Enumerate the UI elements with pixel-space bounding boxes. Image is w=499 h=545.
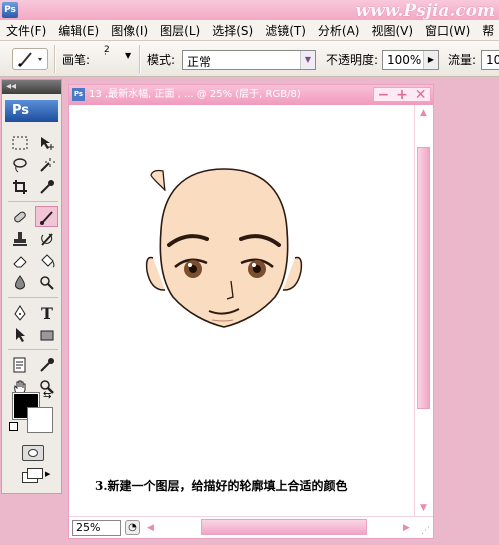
canvas[interactable]: 3.新建一个图层，给描好的轮廓填上合适的颜色 <box>69 105 415 516</box>
eraser-icon[interactable] <box>8 250 31 271</box>
character-face-illustration <box>145 168 303 328</box>
move-icon[interactable] <box>35 132 58 153</box>
menu-file[interactable]: 文件(F) <box>0 22 52 39</box>
scroll-left-icon[interactable]: ◀ <box>147 523 154 533</box>
menu-edit[interactable]: 编辑(E) <box>52 22 105 39</box>
stamp-icon[interactable] <box>8 228 31 249</box>
eyedropper2-icon[interactable] <box>35 354 58 375</box>
document-window: Ps 13 ,最新水幅, 正面 , ... @ 25% (层于, RGB/8) … <box>68 84 434 539</box>
blur-icon[interactable] <box>8 272 31 293</box>
brush-label: 画笔: <box>62 53 91 67</box>
resize-grip-icon[interactable]: ⋰ <box>421 526 430 536</box>
title-bar: Ps www.Psjia.com <box>0 0 499 21</box>
flow-field[interactable]: 100 <box>481 50 499 70</box>
magic-wand-icon[interactable] <box>35 154 58 175</box>
marquee-icon[interactable] <box>8 132 31 153</box>
toolbox-ps-logo[interactable]: Ps <box>5 100 58 122</box>
swap-colors-icon[interactable]: ⇆ <box>43 390 51 401</box>
document-ps-icon: Ps <box>72 88 85 101</box>
document-title-bar[interactable]: Ps 13 ,最新水幅, 正面 , ... @ 25% (层于, RGB/8) … <box>69 85 433 105</box>
bucket-icon[interactable] <box>35 250 58 271</box>
history-brush-icon[interactable] <box>35 228 58 249</box>
minimize-icon[interactable]: − <box>377 85 389 105</box>
options-divider <box>139 45 141 73</box>
chevron-down-icon: ▼ <box>300 51 315 69</box>
background-color-swatch[interactable] <box>27 407 53 433</box>
notes-icon[interactable] <box>8 354 31 375</box>
brush-dot-icon: · <box>104 50 107 60</box>
photoshop-app-icon: Ps <box>2 2 18 18</box>
watermark: www.Psjia.com <box>355 1 495 21</box>
mode-select[interactable]: 正常 ▼ <box>182 50 316 70</box>
slider-arrow-icon[interactable]: ▶ <box>423 51 438 69</box>
path-select-icon[interactable] <box>8 324 31 345</box>
opacity-field[interactable]: 100% ▶ <box>382 50 439 70</box>
mode-value: 正常 <box>187 55 212 69</box>
dodge-icon[interactable] <box>35 272 58 293</box>
menu-filter[interactable]: 滤镜(T) <box>259 22 312 39</box>
watermark-site: www.Psjia.com <box>355 1 495 21</box>
screenmode-icon[interactable]: ▶ <box>22 468 50 484</box>
healing-icon[interactable] <box>8 206 31 227</box>
menu-bar: 文件(F) 编辑(E) 图像(I) 图层(L) 选择(S) 滤镜(T) 分析(A… <box>0 20 499 41</box>
tutorial-caption: 3.新建一个图层，给描好的轮廓填上合适的颜色 <box>95 479 348 493</box>
tool-preset-picker[interactable] <box>12 48 48 70</box>
menu-select[interactable]: 选择(S) <box>206 22 259 39</box>
crop-icon[interactable] <box>8 176 31 197</box>
eyedropper-icon[interactable] <box>35 176 58 197</box>
default-colors-icon[interactable] <box>9 422 18 431</box>
menu-layer[interactable]: 图层(L) <box>154 22 206 39</box>
brush-tool-icon[interactable] <box>35 206 58 227</box>
navigator-icon[interactable]: ◔ <box>125 520 140 535</box>
status-bar: 25% ◔ ◀ ▶ ⋰ <box>69 516 433 538</box>
horizontal-scroll-thumb[interactable] <box>201 519 367 535</box>
scroll-up-icon[interactable]: ▲ <box>420 108 427 118</box>
options-divider <box>54 45 56 73</box>
flow-label: 流量: <box>448 53 477 67</box>
scroll-right-icon[interactable]: ▶ <box>403 523 410 533</box>
pen-icon[interactable] <box>8 302 31 323</box>
flow-value: 100 <box>486 53 499 67</box>
menu-help[interactable]: 帮 <box>476 22 499 39</box>
options-bar: 画笔: 2 · ▼ 模式: 正常 ▼ 不透明度: 100% ▶ 流量: 100 <box>0 41 499 77</box>
opacity-value: 100% <box>387 53 422 67</box>
svg-text:T: T <box>41 305 53 321</box>
brush-dropdown-icon[interactable]: ▼ <box>125 51 131 60</box>
toolbox-header[interactable]: ◂◂ <box>2 80 61 94</box>
shape-icon[interactable] <box>35 324 58 345</box>
zoom-field[interactable]: 25% <box>72 520 121 536</box>
scroll-down-icon[interactable]: ▼ <box>420 503 427 513</box>
vertical-scrollbar[interactable]: ▲ ▼ <box>414 105 433 516</box>
menu-window[interactable]: 窗口(W) <box>419 22 476 39</box>
lasso-icon[interactable] <box>8 154 31 175</box>
menu-analysis[interactable]: 分析(A) <box>312 22 366 39</box>
brush-icon <box>17 52 42 68</box>
close-icon[interactable]: ✕ <box>415 85 427 105</box>
document-title: 13 ,最新水幅, 正面 , ... @ 25% (层于, RGB/8) <box>89 89 301 100</box>
type-icon[interactable]: T <box>35 302 58 323</box>
window-controls: − + ✕ <box>373 85 431 105</box>
maximize-icon[interactable]: + <box>396 85 408 105</box>
menu-image[interactable]: 图像(I) <box>105 22 154 39</box>
mode-label: 模式: <box>147 53 176 67</box>
opacity-label: 不透明度: <box>326 53 379 67</box>
toolbox: ◂◂ Ps T ⇆ ▶ <box>1 79 62 494</box>
vertical-scroll-thumb[interactable] <box>417 147 430 409</box>
menu-view[interactable]: 视图(V) <box>365 22 419 39</box>
quickmask-icon[interactable] <box>22 445 44 461</box>
